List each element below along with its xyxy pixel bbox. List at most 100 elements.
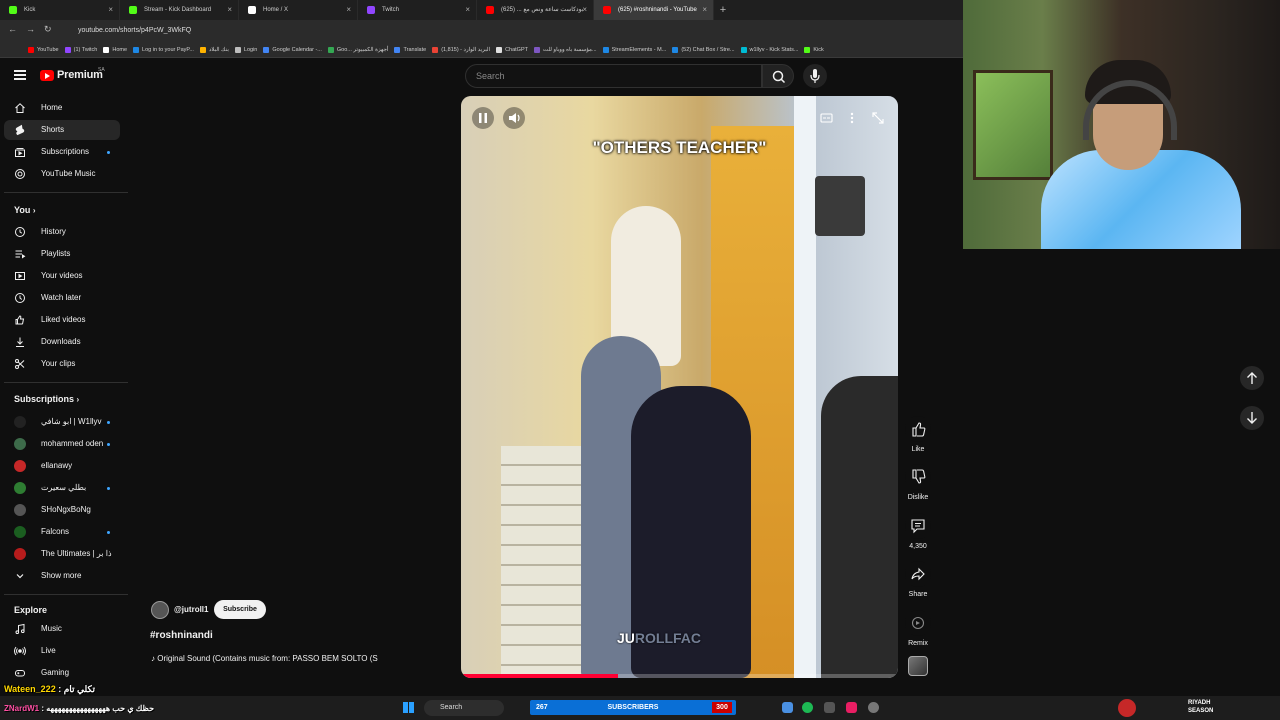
sound-thumbnail[interactable] (908, 656, 928, 676)
sidebar-item-mohammed-oden[interactable]: mohammed oden (4, 434, 120, 454)
taskbar-app-icon[interactable] (782, 702, 793, 713)
taskbar-app-icon[interactable] (824, 702, 835, 713)
browser-tab[interactable]: بودكاست ساعة ونص مع ... (625) × (477, 0, 594, 20)
next-short-button[interactable] (1240, 406, 1264, 430)
previous-short-button[interactable] (1240, 366, 1264, 390)
sidebar-item-home[interactable]: Home (4, 98, 120, 118)
url-field[interactable]: youtube.com/shorts/p4PcW_3WkFQ (66, 23, 946, 39)
volume-button[interactable] (503, 107, 525, 129)
bookmark-label: Login (243, 47, 258, 53)
sidebar-item-playlists[interactable]: Playlists (4, 244, 120, 264)
riyadh-logo-word-2: SEASON (1188, 708, 1214, 714)
bookmark-item[interactable]: Goo... أجهزة الكمبيوتر (326, 42, 393, 57)
menu-icon[interactable] (14, 70, 26, 80)
bookmark-item[interactable]: (52) Chat Box / Stre... (670, 42, 738, 57)
taskbar-app-icon[interactable] (846, 702, 857, 713)
spotify-icon[interactable] (802, 702, 813, 713)
close-tab-icon[interactable]: × (702, 0, 707, 20)
like-button[interactable]: Like (904, 416, 932, 453)
forward-icon[interactable]: → (26, 24, 35, 34)
bookmark-item[interactable]: Translate (392, 42, 430, 57)
bookmark-item[interactable]: YouTube (26, 42, 63, 57)
sidebar-item-your-videos[interactable]: Your videos (4, 266, 120, 286)
bookmark-item[interactable]: مؤسسة باه ووباو للت... (532, 42, 601, 57)
subscriptions-section-title[interactable]: Subscriptions › (14, 394, 79, 404)
you-section-title[interactable]: You › (14, 205, 36, 215)
browser-tab[interactable]: Kick × (0, 0, 120, 20)
bookmark-item[interactable]: w1llyv - Kick Stats... (739, 42, 803, 57)
sidebar-item-youtube-music[interactable]: YouTube Music (4, 164, 120, 184)
bookmark-item[interactable]: Log in to your PayP... (131, 42, 198, 57)
search-input[interactable]: Search (465, 64, 762, 88)
browser-tab[interactable]: (625) #roshninandi - YouTube × (594, 0, 714, 20)
bookmark-item[interactable]: StreamElements - M... (601, 42, 671, 57)
pause-button[interactable] (472, 107, 494, 129)
taskbar-search[interactable]: Search (424, 700, 504, 716)
chat-username: ZNardW1 (4, 704, 40, 713)
subscribe-button[interactable]: Subscribe (214, 600, 266, 619)
back-icon[interactable]: ← (8, 24, 17, 34)
bookmark-item[interactable]: بنك البلاد (198, 42, 233, 57)
gaming-icon (14, 667, 26, 679)
video-title-hashtag[interactable]: #roshninandi (150, 630, 213, 641)
show-more-button[interactable]: Show more (4, 566, 120, 586)
sidebar-item-liked-videos[interactable]: Liked videos (4, 310, 120, 330)
channel-avatar[interactable] (151, 601, 169, 619)
remix-button[interactable]: Remix (904, 610, 932, 647)
voice-search-button[interactable] (803, 64, 827, 88)
shorts-video-player[interactable]: "OTHERS TEACHER" JUROLLFAC (461, 96, 898, 678)
browser-tab[interactable]: Twitch × (358, 0, 477, 20)
browser-tab[interactable]: Home / X × (239, 0, 358, 20)
bookmark-item[interactable]: Google Calendar -... (261, 42, 326, 57)
comments-button[interactable]: 4,350 (904, 513, 932, 550)
sidebar-item-live[interactable]: Live (4, 641, 120, 661)
tab-favicon-icon (9, 6, 17, 14)
windows-start-icon[interactable] (403, 702, 414, 713)
bookmark-item[interactable]: Kick (802, 42, 827, 57)
bookmark-item[interactable]: البريد الوارد - (1,815) (430, 42, 494, 57)
sidebar-item-music[interactable]: Music (4, 619, 120, 639)
sidebar-item-shorts[interactable]: Shorts (4, 120, 120, 140)
sidebar-item-w1llyv[interactable]: ابو شافي | W1llyv (4, 412, 120, 432)
sidebar-item-ellanawy[interactable]: ellanawy (4, 456, 120, 476)
sound-attribution[interactable]: ♪ Original Sound (Contains music from: P… (151, 654, 401, 663)
new-tab-button[interactable]: + (714, 0, 732, 20)
youtube-logo-icon[interactable] (40, 70, 54, 81)
sidebar-item-the-ultimates[interactable]: The Ultimates | ذا بر (4, 544, 120, 564)
share-button[interactable]: Share (904, 561, 932, 598)
bookmark-item[interactable]: ChatGPT (494, 42, 532, 57)
close-tab-icon[interactable]: × (582, 0, 587, 20)
sidebar-item-downloads[interactable]: Downloads (4, 332, 120, 352)
sidebar-item-subscriptions[interactable]: Subscriptions (4, 142, 120, 162)
bookmark-item[interactable]: Home (101, 42, 131, 57)
sidebar-item-history[interactable]: History (4, 222, 120, 242)
taskbar-app-icon[interactable] (868, 702, 879, 713)
more-options-button[interactable] (841, 107, 863, 129)
sidebar-item-label: Watch later (41, 293, 82, 302)
sidebar-item-shongxbong[interactable]: SHoNgxBoNg (4, 500, 120, 520)
channel-handle[interactable]: @jutroll1 (174, 605, 208, 614)
sidebar-item-your-clips[interactable]: Your clips (4, 354, 120, 374)
browser-tab[interactable]: Stream - Kick Dashboard × (120, 0, 239, 20)
bookmark-item[interactable]: (1) Twitch (63, 42, 102, 57)
sidebar-item-item[interactable]: بطلي سعيرت (4, 478, 120, 498)
bookmark-label: Kick (813, 47, 824, 53)
stream-chat-message: ZNardW1 : حظك ي حب ههههههههههههههههه (4, 704, 154, 713)
fullscreen-button[interactable] (867, 107, 889, 129)
brand-premium[interactable]: Premium (57, 69, 103, 81)
close-tab-icon[interactable]: × (227, 0, 232, 20)
close-tab-icon[interactable]: × (465, 0, 470, 20)
reload-icon[interactable]: ↻ (44, 24, 52, 35)
captions-button[interactable] (815, 107, 837, 129)
close-tab-icon[interactable]: × (346, 0, 351, 20)
search-button[interactable] (762, 64, 794, 88)
close-tab-icon[interactable]: × (108, 0, 113, 20)
bookmark-item[interactable]: Login (233, 42, 261, 57)
sidebar-item-gaming[interactable]: Gaming (4, 663, 120, 683)
chat-text: : حظك ي حب ههههههههههههههههه (41, 704, 155, 713)
sidebar-item-watch-later[interactable]: Watch later (4, 288, 120, 308)
dislike-button[interactable]: Dislike (904, 464, 932, 501)
video-progress-bar[interactable] (461, 674, 898, 678)
sidebar-item-falcons[interactable]: Falcons (4, 522, 120, 542)
explore-title: Explore (14, 605, 48, 615)
